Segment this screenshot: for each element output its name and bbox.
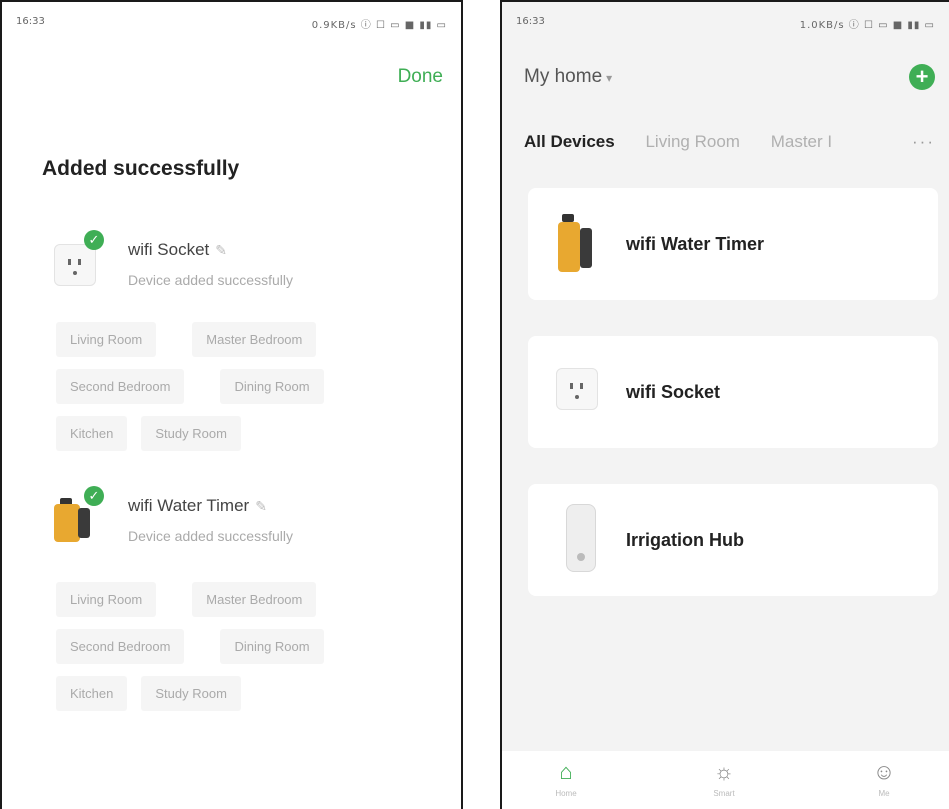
ellipsis-icon[interactable]: ···	[912, 132, 935, 152]
room-selector-socket: Living Room Master Bedroom Second Bedroo…	[56, 322, 386, 463]
room-tabs: All Devices Living Room Master I	[524, 132, 858, 152]
device-name[interactable]: wifi Water Timer ✎	[128, 496, 267, 516]
sun-icon: ☼	[713, 759, 735, 784]
tab-all-devices[interactable]: All Devices	[524, 132, 615, 152]
user-icon: ☺	[872, 759, 896, 784]
room-chip[interactable]: Second Bedroom	[56, 369, 185, 404]
device-status: Device added successfully	[128, 272, 293, 288]
device-card-water-timer[interactable]: wifi Water Timer	[528, 188, 938, 300]
room-chip[interactable]: Kitchen	[56, 676, 128, 711]
bottom-nav: ⌂ Home ☼ Smart ☺ Me	[502, 751, 949, 809]
home-screen: 16:33 1.0KB/s ⓘ ☐ ▭ ■ ▮▮ ▭ My home ▾ + Al…	[500, 0, 949, 809]
nav-me[interactable]: ☺ Me	[844, 759, 924, 798]
nav-smart[interactable]: ☼ Smart	[684, 759, 764, 798]
pencil-icon[interactable]: ✎	[215, 242, 227, 258]
device-name: Irrigation Hub	[626, 530, 744, 550]
check-icon: ✓	[84, 230, 104, 250]
device-name: wifi Water Timer	[626, 234, 765, 254]
irrigation-hub-icon	[554, 504, 604, 574]
home-selector[interactable]: My home ▾	[524, 66, 612, 88]
caret-down-icon: ▾	[606, 71, 613, 85]
plus-circle-icon: +	[915, 64, 929, 89]
device-name[interactable]: wifi Socket ✎	[128, 240, 227, 260]
room-chip[interactable]: Master Bedroom	[192, 322, 317, 357]
room-chip[interactable]: Living Room	[56, 582, 157, 617]
socket-icon	[554, 356, 604, 426]
device-name: wifi Socket	[626, 382, 721, 402]
room-chip[interactable]: Living Room	[56, 322, 157, 357]
room-chip[interactable]: Dining Room	[220, 369, 324, 404]
room-chip[interactable]: Dining Room	[220, 629, 324, 664]
room-chip[interactable]: Second Bedroom	[56, 629, 185, 664]
status-icons: 0.9KB/s ⓘ ☐ ▭ ■ ▮▮ ▭	[311, 20, 447, 31]
status-bar: 16:33 1.0KB/s ⓘ ☐ ▭ ■ ▮▮ ▭	[516, 16, 935, 31]
room-chip[interactable]: Study Room	[141, 416, 241, 451]
check-icon: ✓	[84, 486, 104, 506]
status-bar: 16:33 0.9KB/s ⓘ ☐ ▭ ■ ▮▮ ▭	[16, 16, 447, 31]
device-card-socket[interactable]: wifi Socket	[528, 336, 938, 448]
pencil-icon[interactable]: ✎	[255, 498, 267, 514]
done-button[interactable]: Done	[398, 66, 443, 88]
room-chip[interactable]: Kitchen	[56, 416, 128, 451]
status-icons: 1.0KB/s ⓘ ☐ ▭ ■ ▮▮ ▭	[799, 20, 935, 31]
add-device-button[interactable]: +	[909, 64, 935, 90]
room-chip[interactable]: Study Room	[141, 676, 241, 711]
added-success-screen: 16:33 0.9KB/s ⓘ ☐ ▭ ■ ▮▮ ▭ Done Added su…	[0, 0, 463, 809]
device-card-irrigation-hub[interactable]: Irrigation Hub	[528, 484, 938, 596]
page-title: Added successfully	[42, 157, 240, 180]
room-selector-water-timer: Living Room Master Bedroom Second Bedroo…	[56, 582, 386, 723]
device-status: Device added successfully	[128, 528, 293, 544]
tab-master-bedroom[interactable]: Master I	[771, 132, 832, 152]
nav-home[interactable]: ⌂ Home	[526, 759, 606, 798]
status-time: 16:33	[16, 16, 45, 27]
room-chip[interactable]: Master Bedroom	[192, 582, 317, 617]
status-time: 16:33	[516, 16, 545, 27]
water-timer-icon	[554, 208, 604, 278]
home-icon: ⌂	[559, 759, 573, 784]
tab-living-room[interactable]: Living Room	[645, 132, 740, 152]
